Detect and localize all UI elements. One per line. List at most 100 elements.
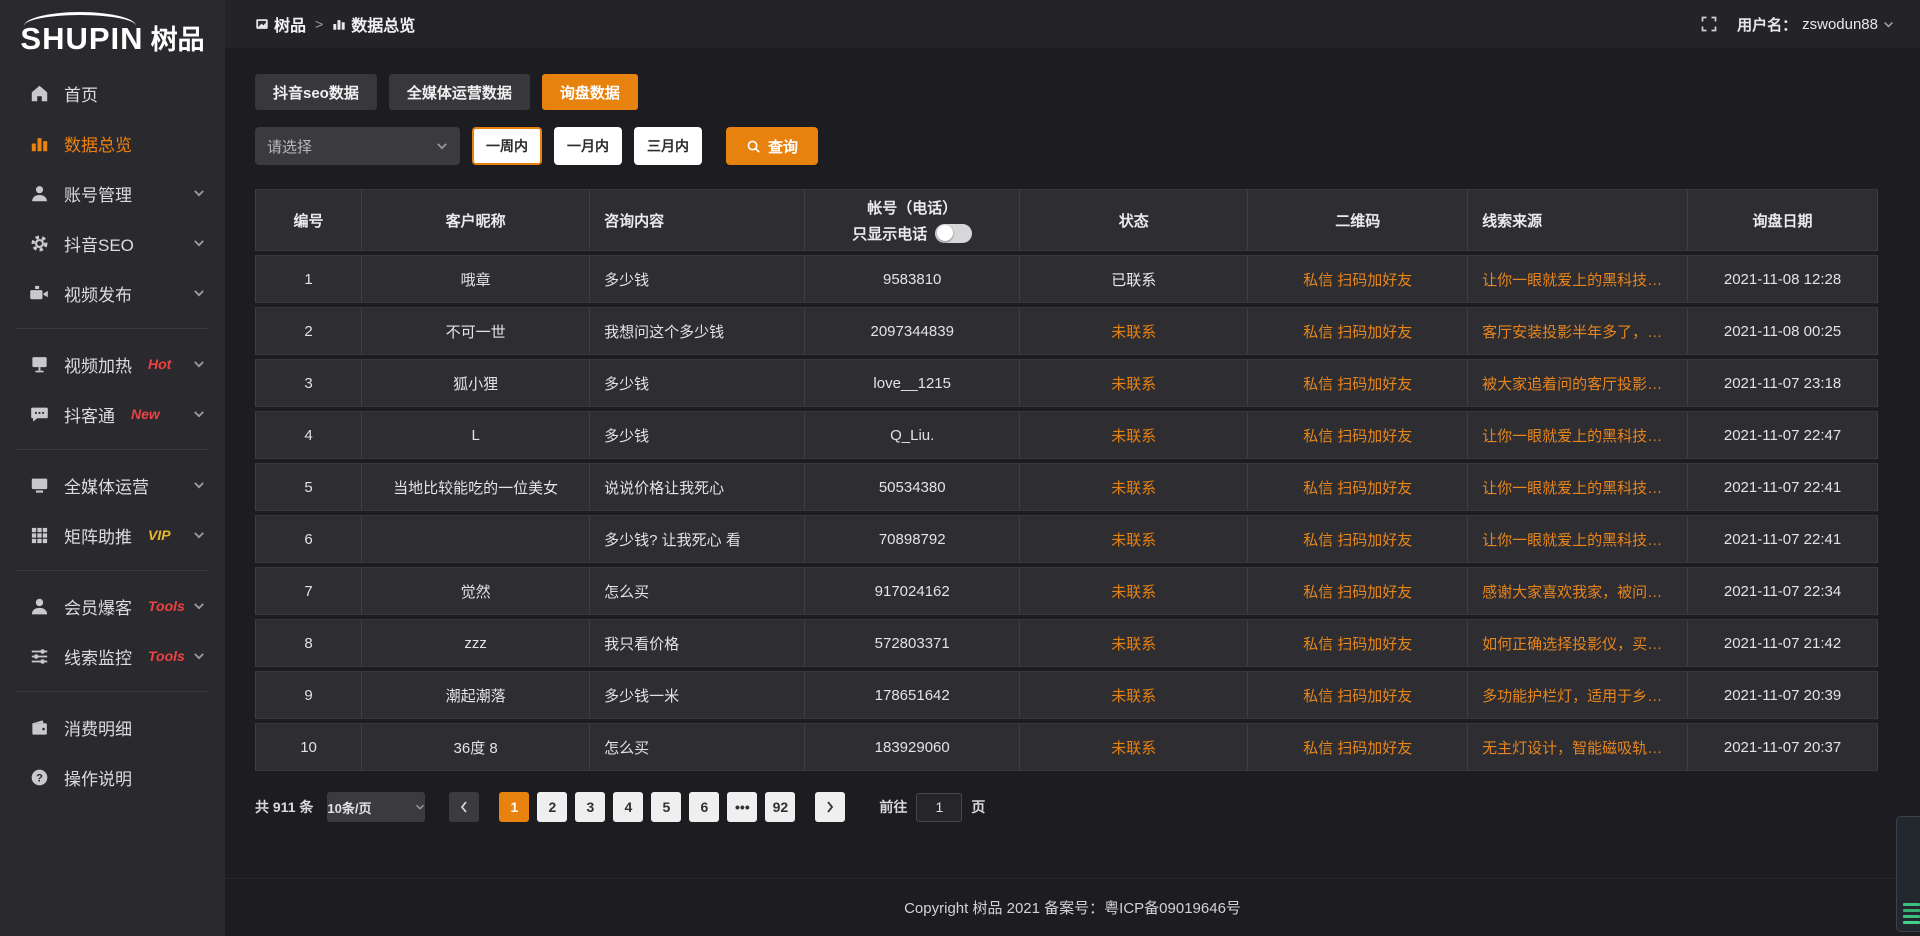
period-button-group: 一周内一月内三月内 [472, 127, 702, 165]
table-header-row: 编号客户昵称咨询内容帐号（电话）只显示电话状态二维码线索来源询盘日期 [255, 189, 1878, 251]
chevron-down-icon [193, 187, 205, 199]
cell-date: 2021-11-07 20:39 [1688, 671, 1878, 719]
sidebar-item-account-mgmt[interactable]: 账号管理 [0, 168, 225, 218]
sidebar-item-video-publish[interactable]: 视频发布 [0, 268, 225, 318]
sidebar-item-media-ops[interactable]: 全媒体运营 [0, 460, 225, 510]
cell-qr[interactable]: 私信 扫码加好友 [1248, 359, 1468, 407]
sidebar-item-label: 全媒体运营 [64, 473, 149, 498]
breadcrumb-label: 树品 [274, 12, 306, 36]
period-button-week[interactable]: 一周内 [472, 127, 542, 165]
page-button-92[interactable]: 92 [765, 792, 795, 822]
cell-content: 说说价格让我死心 [590, 463, 805, 511]
column-header-id: 编号 [255, 189, 362, 251]
column-header-account: 帐号（电话）只显示电话 [805, 189, 1020, 251]
sidebar-item-clue-monitor[interactable]: 线索监控Tools [0, 631, 225, 681]
sidebar-item-data-overview[interactable]: 数据总览 [0, 118, 225, 168]
sidebar-menu: 首页数据总览账号管理抖音SEO视频发布视频加热Hot抖客通New 全媒体运营矩阵助… [0, 62, 225, 802]
cell-source[interactable]: 让你一眼就爱上的黑科技，能... [1468, 515, 1688, 563]
sidebar-item-matrix-boost[interactable]: 矩阵助推VIP [0, 510, 225, 560]
period-button-month[interactable]: 一月内 [554, 127, 622, 165]
next-page-button[interactable] [815, 792, 845, 822]
cell-source[interactable]: 被大家追着问的客厅投影分享... [1468, 359, 1688, 407]
cell-source[interactable]: 多功能护栏灯，适用于乡村文... [1468, 671, 1688, 719]
page-button-6[interactable]: 6 [689, 792, 719, 822]
home-icon [30, 84, 49, 103]
page-size-value: 10条/页 [327, 798, 371, 817]
floating-widget[interactable] [1896, 816, 1920, 932]
filter-select[interactable]: 请选择 [255, 127, 460, 165]
data-tabs: 抖音seo数据全媒体运营数据询盘数据 [255, 74, 1878, 110]
pagination: 共 911 条 10条/页 123456•••92 前往 页 [255, 792, 1878, 822]
breadcrumb-app[interactable]: 树品 [255, 12, 306, 36]
cell-nickname: 36度 8 [362, 723, 590, 771]
goto-page-input[interactable] [916, 793, 962, 822]
cell-qr[interactable]: 私信 扫码加好友 [1248, 255, 1468, 303]
cell-id: 6 [255, 515, 362, 563]
cell-id: 10 [255, 723, 362, 771]
prev-page-button[interactable] [449, 792, 479, 822]
sidebar-divider [16, 449, 209, 450]
cell-qr[interactable]: 私信 扫码加好友 [1248, 619, 1468, 667]
cell-date: 2021-11-07 22:47 [1688, 411, 1878, 459]
period-button-quarter[interactable]: 三月内 [634, 127, 702, 165]
cell-account: 917024162 [805, 567, 1020, 615]
menu-badge: New [131, 406, 160, 422]
user-menu[interactable]: 用户名： zswodun88 [1737, 14, 1894, 35]
cell-status: 未联系 [1020, 515, 1248, 563]
page-button-1[interactable]: 1 [499, 792, 529, 822]
phone-only-toggle[interactable] [935, 224, 972, 243]
cell-qr[interactable]: 私信 扫码加好友 [1248, 567, 1468, 615]
sidebar-item-label: 账号管理 [64, 181, 132, 206]
cell-source[interactable]: 让你一眼就爱上的黑科技，能... [1468, 411, 1688, 459]
table-row: 9潮起潮落多少钱一米178651642未联系私信 扫码加好友多功能护栏灯，适用于… [255, 671, 1878, 719]
sidebar-item-douketong[interactable]: 抖客通New [0, 389, 225, 439]
sidebar-item-label: 消费明细 [64, 715, 132, 740]
sidebar-item-douyin-seo[interactable]: 抖音SEO [0, 218, 225, 268]
sidebar-item-label: 线索监控 [64, 644, 132, 669]
cell-content: 怎么买 [590, 567, 805, 615]
cell-date: 2021-11-08 00:25 [1688, 307, 1878, 355]
cell-content: 我只看价格 [590, 619, 805, 667]
cell-id: 2 [255, 307, 362, 355]
cell-qr[interactable]: 私信 扫码加好友 [1248, 411, 1468, 459]
cell-qr[interactable]: 私信 扫码加好友 [1248, 515, 1468, 563]
member-icon [30, 597, 49, 616]
cell-status: 未联系 [1020, 463, 1248, 511]
tab-inquiry-data[interactable]: 询盘数据 [542, 74, 638, 110]
cell-status: 未联系 [1020, 723, 1248, 771]
cell-source[interactable]: 客厅安装投影半年多了，真实... [1468, 307, 1688, 355]
cell-source[interactable]: 如何正确选择投影仪，买投影... [1468, 619, 1688, 667]
wallet-icon [30, 718, 49, 737]
page-button-3[interactable]: 3 [575, 792, 605, 822]
cell-qr[interactable]: 私信 扫码加好友 [1248, 723, 1468, 771]
page-ellipsis[interactable]: ••• [727, 792, 757, 822]
fullscreen-icon[interactable] [1701, 16, 1717, 32]
page-button-4[interactable]: 4 [613, 792, 643, 822]
sidebar-item-consumption[interactable]: 消费明细 [0, 702, 225, 752]
main-content: 抖音seo数据全媒体运营数据询盘数据 请选择 一周内一月内三月内 查询 编号客户… [225, 48, 1920, 936]
tab-media-ops-data[interactable]: 全媒体运营数据 [389, 74, 530, 110]
query-button[interactable]: 查询 [726, 127, 818, 165]
cell-source[interactable]: 感谢大家喜欢我家，被问了好... [1468, 567, 1688, 615]
sidebar-item-video-heat[interactable]: 视频加热Hot [0, 339, 225, 389]
logo-text-cn: 树品 [151, 26, 205, 54]
page-button-5[interactable]: 5 [651, 792, 681, 822]
page-button-2[interactable]: 2 [537, 792, 567, 822]
sidebar-item-home[interactable]: 首页 [0, 68, 225, 118]
chevron-down-icon [1883, 19, 1894, 30]
cell-id: 9 [255, 671, 362, 719]
sidebar-item-help[interactable]: ?操作说明 [0, 752, 225, 802]
tab-douyin-seo-data[interactable]: 抖音seo数据 [255, 74, 377, 110]
app-logo[interactable]: SHUPIN 树品 [0, 0, 225, 62]
cell-source[interactable]: 让你一眼就爱上的黑科技，能... [1468, 255, 1688, 303]
cell-nickname: L [362, 411, 590, 459]
cell-qr[interactable]: 私信 扫码加好友 [1248, 463, 1468, 511]
cell-source[interactable]: 让你一眼就爱上的黑科技，能... [1468, 463, 1688, 511]
breadcrumb-current[interactable]: 数据总览 [332, 12, 415, 36]
cell-qr[interactable]: 私信 扫码加好友 [1248, 671, 1468, 719]
cell-source[interactable]: 无主灯设计，智能磁吸轨道灯... [1468, 723, 1688, 771]
page-size-select[interactable]: 10条/页 [327, 792, 425, 822]
cell-nickname: 不可一世 [362, 307, 590, 355]
sidebar-item-member-burst[interactable]: 会员爆客Tools [0, 581, 225, 631]
cell-qr[interactable]: 私信 扫码加好友 [1248, 307, 1468, 355]
